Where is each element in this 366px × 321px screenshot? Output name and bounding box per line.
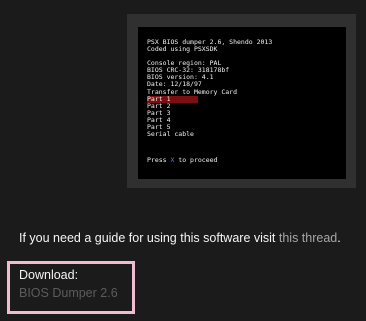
- guide-sentence: If you need a guide for using this softw…: [19, 231, 341, 245]
- bios-dumper-download-link[interactable]: BIOS Dumper 2.6: [19, 286, 118, 300]
- page: PSX BIOS dumper 2.6, Shendo 2013 Coded u…: [0, 0, 366, 321]
- this-thread-link[interactable]: this thread: [279, 231, 337, 245]
- guide-text: If you need a guide for using this softw…: [19, 231, 279, 245]
- prompt-prefix: Press: [147, 156, 171, 164]
- prompt-suffix: to proceed: [174, 156, 218, 164]
- bios-dumper-screenshot: PSX BIOS dumper 2.6, Shendo 2013 Coded u…: [138, 27, 346, 179]
- screen-prompt: Press X to proceed: [147, 156, 218, 164]
- screen-credit-line: Coded using PSXSDK: [147, 45, 218, 53]
- guide-period: .: [337, 231, 341, 245]
- menu-item-serial-cable: Serial cable: [147, 130, 194, 138]
- download-heading: Download:: [19, 268, 79, 282]
